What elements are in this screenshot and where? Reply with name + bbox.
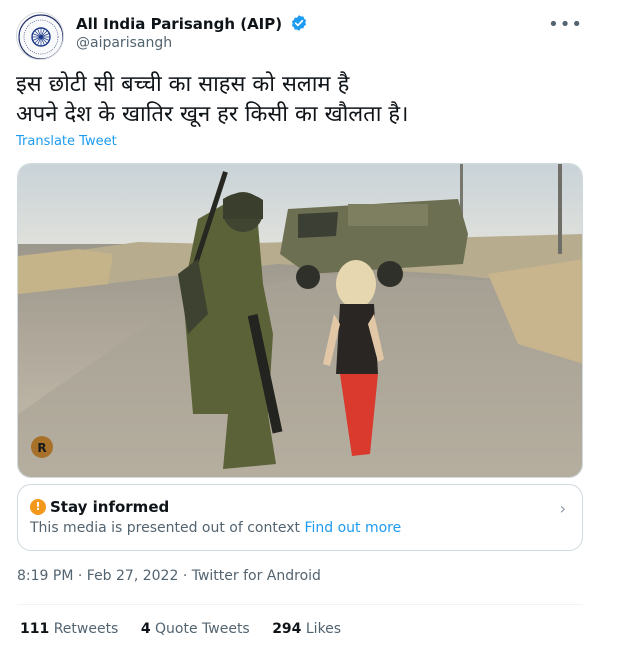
retweets-label: Retweets xyxy=(53,621,119,637)
translate-tweet-link[interactable]: Translate Tweet xyxy=(16,134,117,149)
tweet-date[interactable]: Feb 27, 2022 xyxy=(87,568,179,584)
likes-count: 294 xyxy=(272,621,302,637)
verified-badge-icon xyxy=(290,14,308,36)
tweet-source[interactable]: Twitter for Android xyxy=(192,568,321,584)
tweet-media-video[interactable]: R xyxy=(17,163,583,478)
tweet-text-line: अपने देश के खातिर खून हर किसी का खौलता ह… xyxy=(16,102,409,127)
tweet-time[interactable]: 8:19 PM xyxy=(17,568,73,584)
context-notice[interactable]: ! Stay informed This media is presented … xyxy=(17,484,583,551)
quotes-label: Quote Tweets xyxy=(155,621,250,637)
svg-text:R: R xyxy=(37,441,46,455)
meta-separator: · xyxy=(182,568,188,584)
tweet-text-line: इस छोटी सी बच्ची का साहस को सलाम है xyxy=(16,72,350,97)
tweet-card: All India Parisangh (AIP) @aiparisangh •… xyxy=(0,0,617,656)
retweets-count: 111 xyxy=(20,621,50,637)
chevron-right-icon: › xyxy=(559,499,566,518)
find-out-more-link[interactable]: Find out more xyxy=(304,520,401,536)
retweets-stat[interactable]: 111 Retweets xyxy=(20,621,118,637)
tweet-meta: 8:19 PM · Feb 27, 2022 · Twitter for And… xyxy=(17,568,321,584)
author-handle[interactable]: @aiparisangh xyxy=(76,35,172,51)
author-name[interactable]: All India Parisangh (AIP) xyxy=(76,14,308,36)
notice-body-text: This media is presented out of context xyxy=(30,520,301,536)
notice-title: Stay informed xyxy=(50,498,170,516)
author-name-text[interactable]: All India Parisangh (AIP) xyxy=(76,15,282,33)
quote-tweets-stat[interactable]: 4 Quote Tweets xyxy=(141,621,250,637)
tweet-text: इस छोटी सी बच्ची का साहस को सलाम है अपने… xyxy=(16,70,596,130)
notice-body: This media is presented out of context F… xyxy=(30,520,401,536)
meta-separator: · xyxy=(77,568,83,584)
likes-label: Likes xyxy=(305,621,342,637)
tweet-stats: 111 Retweets 4 Quote Tweets 294 Likes xyxy=(20,621,359,637)
info-warning-icon: ! xyxy=(30,499,46,515)
divider xyxy=(17,604,583,605)
quotes-count: 4 xyxy=(140,621,151,637)
avatar[interactable] xyxy=(16,12,64,60)
more-options-icon[interactable]: ••• xyxy=(548,14,583,35)
likes-stat[interactable]: 294 Likes xyxy=(272,621,341,637)
